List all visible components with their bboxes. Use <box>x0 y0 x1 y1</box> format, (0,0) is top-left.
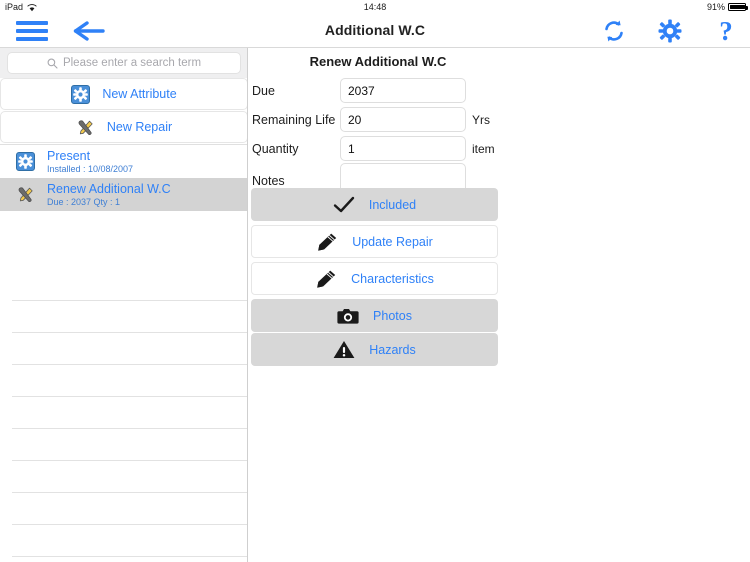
ipad-screen: iPad 14:48 91% Additional W.C ? Please e… <box>0 0 750 562</box>
table-row[interactable] <box>0 301 247 333</box>
status-bar-right: 91% <box>706 2 748 12</box>
nav-icon-group: ? <box>600 17 740 45</box>
quantity-label: Quantity <box>252 141 299 156</box>
detail-form: Due 2037 Remaining Life 20 Yrs Quantity … <box>249 76 509 205</box>
pencil-icon <box>315 269 337 289</box>
table-row[interactable] <box>0 397 247 429</box>
search-placeholder: Please enter a search term <box>62 57 202 69</box>
search-input[interactable]: Please enter a search term <box>7 52 241 74</box>
battery-icon <box>728 3 748 11</box>
empty-list-rows <box>0 269 247 562</box>
hazards-label: Hazards <box>369 342 416 357</box>
included-label: Included <box>368 197 417 212</box>
status-bar-time: 14:48 <box>363 2 387 12</box>
list-item-subtitle: Due : 2037 Qty : 1 <box>47 196 121 207</box>
battery-percent-label: 91% <box>706 2 725 12</box>
form-row-quantity: Quantity 1 item <box>249 134 509 163</box>
form-row-due: Due 2037 <box>249 76 509 105</box>
due-label: Due <box>252 83 275 98</box>
detail-title: Renew Additional W.C <box>309 54 447 69</box>
new-attribute-label: New Attribute <box>102 87 177 101</box>
quantity-unit: item <box>472 141 495 156</box>
quantity-input[interactable]: 1 <box>340 136 466 161</box>
warning-triangle-icon <box>333 340 355 359</box>
question-mark-icon[interactable]: ? <box>712 17 740 45</box>
characteristics-button[interactable]: Characteristics <box>251 262 498 295</box>
photos-button[interactable]: Photos <box>251 299 498 332</box>
characteristics-label: Characteristics <box>351 271 434 286</box>
update-repair-button[interactable]: Update Repair <box>251 225 498 258</box>
list-item[interactable]: Renew Additional W.C Due : 2037 Qty : 1 <box>0 178 247 211</box>
new-repair-button[interactable]: New Repair <box>0 111 247 143</box>
table-row[interactable] <box>0 493 247 525</box>
pencil-icon <box>316 232 338 252</box>
included-button[interactable]: Included <box>251 188 498 221</box>
status-bar: iPad 14:48 91% <box>0 0 750 14</box>
new-attribute-button[interactable]: New Attribute <box>0 78 247 110</box>
table-row[interactable] <box>0 333 247 365</box>
update-repair-label: Update Repair <box>352 234 433 249</box>
navigation-bar: Additional W.C ? <box>0 14 750 48</box>
photos-label: Photos <box>373 308 412 323</box>
remaining-life-unit: Yrs <box>472 112 490 127</box>
list-item-title: Renew Additional W.C <box>47 181 171 196</box>
tools-icon <box>76 118 95 137</box>
remaining-life-label: Remaining Life <box>252 112 336 127</box>
new-repair-label: New Repair <box>106 120 173 134</box>
help-label: ? <box>719 16 733 46</box>
notes-label: Notes <box>252 174 285 188</box>
list-item[interactable]: Present Installed : 10/08/2007 <box>0 145 247 178</box>
table-row[interactable] <box>0 269 247 301</box>
remaining-life-input[interactable]: 20 <box>340 107 466 132</box>
sync-icon[interactable] <box>600 17 628 45</box>
table-row[interactable] <box>0 557 247 562</box>
table-row[interactable] <box>0 429 247 461</box>
gear-badge-icon <box>71 84 91 104</box>
gear-badge-icon <box>16 152 35 171</box>
due-input[interactable]: 2037 <box>340 78 466 103</box>
list-item-subtitle: Installed : 10/08/2007 <box>47 163 134 174</box>
detail-panel: Renew Additional W.C Due 2037 Remaining … <box>249 48 750 562</box>
gear-icon[interactable] <box>656 17 684 45</box>
tools-icon <box>16 185 35 204</box>
camera-icon <box>337 307 359 325</box>
table-row[interactable] <box>0 365 247 397</box>
checkmark-icon <box>333 196 355 214</box>
search-icon <box>47 58 58 69</box>
table-row[interactable] <box>0 525 247 557</box>
search-bar-container: Please enter a search term <box>0 48 247 78</box>
detail-action-buttons: Included Update Repair Characteristics P… <box>251 188 498 366</box>
sidebar-panel: Please enter a search term New Attribute… <box>0 48 248 562</box>
table-row[interactable] <box>0 461 247 493</box>
form-row-remaining-life: Remaining Life 20 Yrs <box>249 105 509 134</box>
list-item-title: Present <box>47 148 91 163</box>
hazards-button[interactable]: Hazards <box>251 333 498 366</box>
